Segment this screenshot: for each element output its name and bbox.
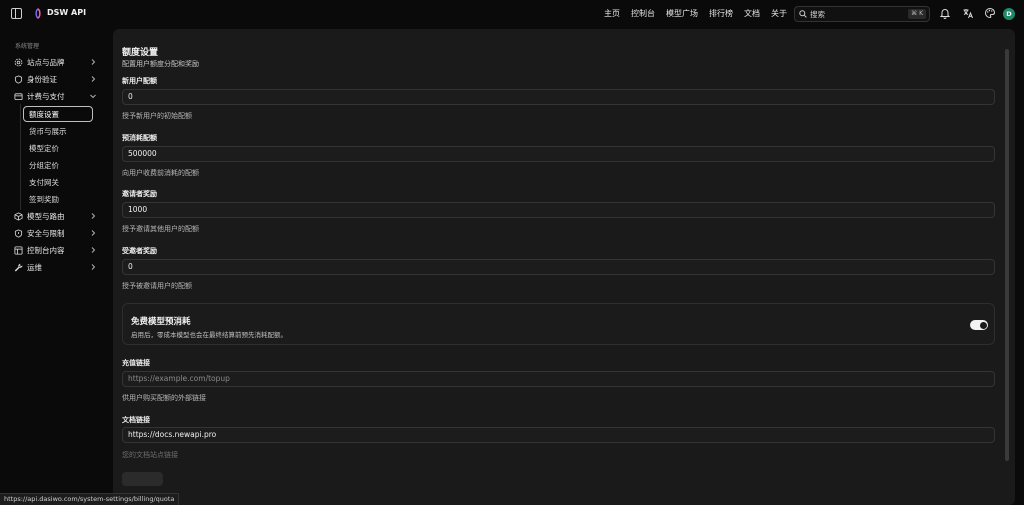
chevron-right-icon — [91, 213, 96, 219]
nav-home[interactable]: 主页 — [604, 8, 620, 19]
top-nav: 主页 控制台 模型广场 排行榜 文档 关于 — [604, 8, 798, 19]
sidebar-item-billing[interactable]: 计费与支付 — [14, 89, 100, 103]
box-icon — [14, 211, 23, 221]
nav-about[interactable]: 关于 — [771, 8, 787, 19]
field-label: 受邀者奖励 — [122, 247, 157, 255]
palette-icon[interactable] — [984, 7, 996, 19]
sidebar-item-security[interactable]: 安全与限制 — [14, 226, 100, 240]
inviter-reward-input[interactable]: 1000 — [122, 202, 995, 218]
submenu-guide-line — [20, 104, 21, 210]
page-description: 配置用户额度分配和奖励 — [122, 60, 199, 68]
search-icon — [799, 10, 807, 18]
field-label: 充值链接 — [122, 359, 150, 367]
wrench-icon — [14, 263, 23, 271]
field-label: 邀请者奖励 — [122, 190, 157, 198]
docs-link-input[interactable]: https://docs.newapi.pro — [122, 427, 995, 443]
sidebar-group-label: 系统管理 — [15, 43, 40, 50]
submenu-group-pricing[interactable]: 分组定价 — [29, 160, 59, 171]
status-bar-url: https://api.dasiwo.com/system-settings/b… — [0, 493, 180, 505]
search-placeholder: 搜索 — [810, 9, 825, 19]
sidebar-item-ops[interactable]: 运维 — [14, 260, 100, 274]
settings-icon — [14, 58, 23, 66]
submenu-checkin-reward[interactable]: 签到奖励 — [29, 194, 59, 205]
chevron-right-icon — [91, 247, 96, 253]
submenu-quota[interactable]: 额度设置 — [29, 109, 59, 120]
chevron-right-icon — [91, 76, 96, 82]
top-bar: DSW API 主页 控制台 模型广场 排行榜 文档 关于 搜索 ⌘ K D — [0, 0, 1024, 28]
new-user-quota-input[interactable]: 0 — [122, 89, 995, 105]
logo-icon — [35, 8, 41, 19]
nav-leaderboard[interactable]: 排行榜 — [709, 8, 733, 19]
nav-docs[interactable]: 文档 — [744, 8, 760, 19]
search-shortcut: ⌘ K — [908, 9, 926, 19]
bell-icon[interactable] — [939, 7, 951, 19]
field-help: 授予邀请其他用户的配额 — [122, 225, 199, 233]
free-model-preconsume-card: 免费模型预消耗 启用后，零成本模型也会在最终结算前预先消耗配额。 — [122, 303, 995, 345]
sidebar-item-label: 模型与路由 — [27, 211, 65, 221]
sidebar-item-label: 运维 — [27, 262, 42, 272]
wallet-icon — [14, 92, 23, 100]
submenu-model-pricing[interactable]: 模型定价 — [29, 143, 59, 154]
field-label: 文档链接 — [122, 416, 150, 424]
topup-link-input[interactable]: https://example.com/topup — [122, 371, 995, 387]
nav-model-square[interactable]: 模型广场 — [666, 8, 698, 19]
sidebar-item-label: 身份验证 — [27, 74, 57, 84]
sidebar-item-models-routing[interactable]: 模型与路由 — [14, 209, 100, 223]
field-help: 授予被邀请用户的配额 — [122, 282, 192, 290]
search-input[interactable]: 搜索 ⌘ K — [794, 6, 930, 22]
page-title: 额度设置 — [122, 48, 159, 58]
sidebar-item-label: 控制台内容 — [27, 245, 65, 255]
submenu-currency[interactable]: 货币与展示 — [29, 126, 67, 137]
chevron-down-icon — [90, 94, 96, 99]
free-model-preconsume-toggle[interactable] — [970, 320, 988, 330]
settings-panel: 额度设置 配置用户额度分配和奖励 新用户配额 0 授予新用户的初始配额 预消耗配… — [113, 29, 1015, 505]
field-label: 预消耗配额 — [122, 134, 157, 142]
sidebar-item-auth[interactable]: 身份验证 — [14, 72, 100, 86]
sidebar-toggle-icon[interactable] — [11, 8, 22, 19]
invitee-reward-input[interactable]: 0 — [122, 259, 995, 275]
shield-alert-icon — [14, 228, 23, 238]
avatar[interactable]: D — [1003, 8, 1015, 20]
field-help: 向用户收费前消耗的配额 — [122, 169, 199, 177]
pre-consume-quota-input[interactable]: 500000 — [122, 146, 995, 162]
shield-icon — [14, 74, 23, 84]
scrollbar[interactable] — [1005, 49, 1009, 461]
field-help: 供用户购买配额的外部链接 — [122, 394, 206, 402]
sidebar-item-label: 计费与支付 — [27, 91, 65, 101]
chevron-right-icon — [91, 59, 96, 65]
field-label: 新用户配额 — [122, 77, 157, 85]
translate-icon[interactable] — [962, 7, 974, 19]
chevron-right-icon — [91, 230, 96, 236]
sidebar-item-site-brand[interactable]: 站点与品牌 — [14, 55, 100, 69]
sidebar-item-console-content[interactable]: 控制台内容 — [14, 243, 100, 257]
toggle-knob — [979, 321, 987, 329]
card-title: 免费模型预消耗 — [131, 317, 191, 327]
save-button[interactable] — [122, 472, 163, 486]
sidebar-item-label: 安全与限制 — [27, 228, 65, 238]
nav-console[interactable]: 控制台 — [631, 8, 655, 19]
card-description: 启用后，零成本模型也会在最终结算前预先消耗配额。 — [131, 331, 287, 339]
chevron-right-icon — [91, 264, 96, 270]
app-title: DSW API — [47, 8, 87, 17]
submenu-payment-gateway[interactable]: 支付网关 — [29, 177, 59, 188]
sidebar: 系统管理 站点与品牌 身份验证 计费与支付 额度设置 货币与展示 模型定价 分组… — [0, 28, 112, 498]
layout-icon — [14, 245, 23, 255]
field-help: 授予新用户的初始配额 — [122, 112, 192, 120]
field-help: 您的文档站点链接 — [122, 451, 178, 459]
sidebar-item-label: 站点与品牌 — [27, 57, 65, 67]
